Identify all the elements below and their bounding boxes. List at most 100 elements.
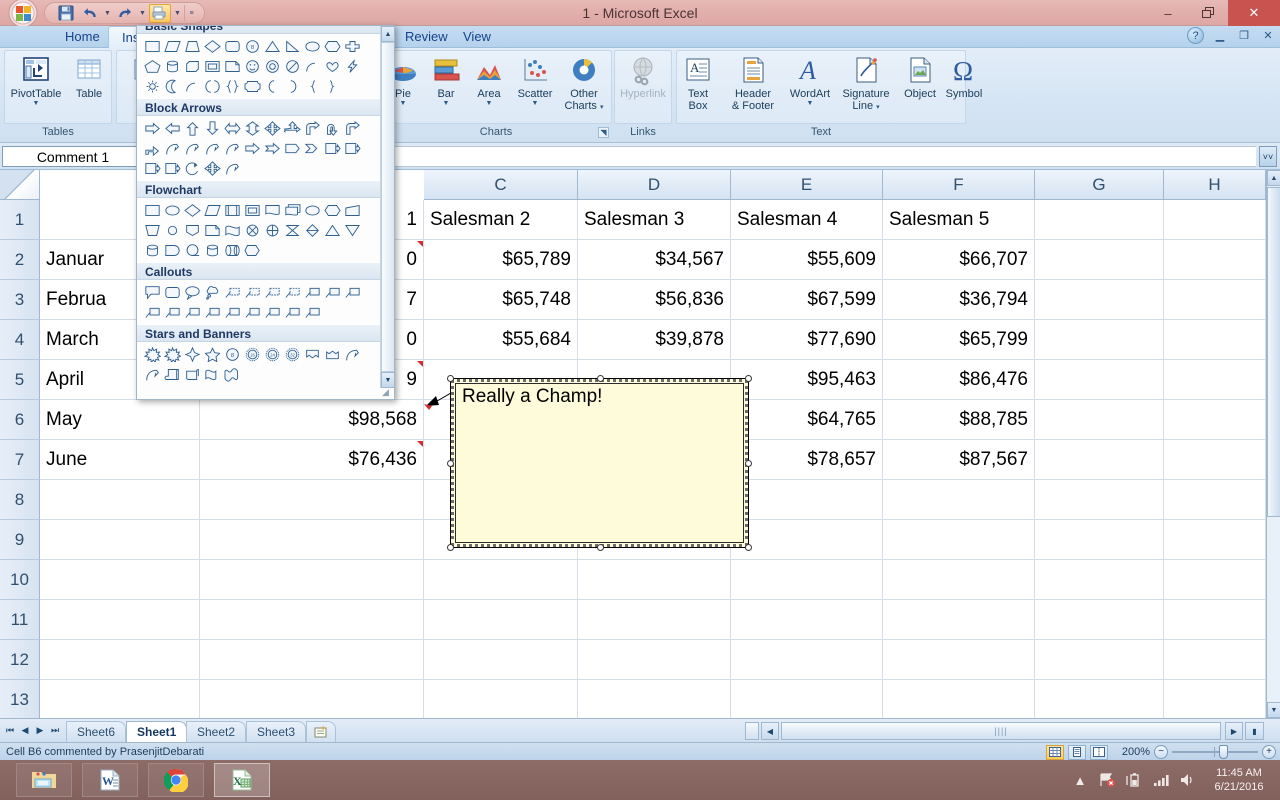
column-header-f[interactable]: F xyxy=(883,170,1035,200)
shape-explosion-2-icon[interactable] xyxy=(162,344,182,364)
shape-magnetic-disk-icon[interactable] xyxy=(202,240,222,260)
scroll-up-icon[interactable]: ▲ xyxy=(1267,170,1280,186)
signature-line-button[interactable]: Signature Line ▾ xyxy=(834,54,898,112)
cell-D10[interactable] xyxy=(578,560,731,600)
shape-hexagon-icon[interactable] xyxy=(322,36,342,56)
shape-predefined-process-icon[interactable] xyxy=(222,200,242,220)
shape-sun-icon[interactable] xyxy=(142,76,162,96)
cell-comment-box[interactable]: Really a Champ! xyxy=(447,375,752,551)
shape-curved-down-arrow-icon[interactable] xyxy=(222,138,242,158)
shape-line-callout-2-border-icon[interactable] xyxy=(322,282,342,302)
shape-smiley-face-icon[interactable] xyxy=(242,56,262,76)
cell-G4[interactable] xyxy=(1035,320,1164,360)
shape-quad-arrow-icon[interactable] xyxy=(262,118,282,138)
shape-data-icon[interactable] xyxy=(202,200,222,220)
shape-folded-corner-icon[interactable] xyxy=(222,56,242,76)
insert-worksheet-button[interactable] xyxy=(306,721,336,742)
cell-D12[interactable] xyxy=(578,640,731,680)
cell-F13[interactable] xyxy=(883,680,1035,718)
shape-left-arrow-icon[interactable] xyxy=(162,118,182,138)
row-header-7[interactable]: 7 xyxy=(0,440,40,480)
shapes-gallery-dropdown[interactable]: Basic Shapes 8 Block Arrows Flowchart Callou… xyxy=(136,25,395,400)
shape-heart-icon[interactable] xyxy=(322,56,342,76)
shape-explosion-1-icon[interactable] xyxy=(142,344,162,364)
volume-icon[interactable] xyxy=(1179,771,1197,789)
shape-parallelogram-icon[interactable] xyxy=(162,36,182,56)
shape-no-symbol-icon[interactable] xyxy=(282,56,302,76)
taskbar-microsoft-word[interactable]: W xyxy=(82,763,138,797)
shape-rectangular-callout-icon[interactable] xyxy=(142,282,162,302)
shape-alternate-process-icon[interactable] xyxy=(162,200,182,220)
row-header-8[interactable]: 8 xyxy=(0,480,40,520)
cell-H3[interactable] xyxy=(1164,280,1266,320)
shape-32-point-star-icon[interactable]: 32 xyxy=(282,344,302,364)
vertical-scrollbar[interactable]: ▲ ▼ xyxy=(1266,170,1280,718)
normal-view-icon[interactable] xyxy=(1046,744,1064,760)
shape-16-point-star-icon[interactable]: 16 xyxy=(242,344,262,364)
signature-dropdown-icon[interactable]: ▾ xyxy=(876,104,880,111)
minimize-button[interactable]: – xyxy=(1148,0,1188,26)
shape-curved-left-arrow-icon[interactable] xyxy=(182,138,202,158)
undo-dropdown-icon[interactable]: ▼ xyxy=(103,4,112,23)
row-header-5[interactable]: 5 xyxy=(0,360,40,400)
shapes-scroll-up-icon[interactable]: ▲ xyxy=(381,26,394,42)
pivottable-dropdown-icon[interactable]: ▼ xyxy=(33,100,40,108)
shape-right-brace-icon[interactable] xyxy=(322,76,342,96)
shape-quad-arrow-callout-icon[interactable] xyxy=(202,158,222,178)
show-hidden-icons-icon[interactable]: ▲ xyxy=(1071,771,1089,789)
shape-lightning-bolt-icon[interactable] xyxy=(342,56,362,76)
column-header-d[interactable]: D xyxy=(578,170,731,200)
zoom-out-button[interactable]: − xyxy=(1154,745,1168,759)
shape-octagon-8-icon[interactable]: 8 xyxy=(242,36,262,56)
shape-24-point-star-icon[interactable]: 24 xyxy=(262,344,282,364)
cell-F5[interactable]: $86,476 xyxy=(883,360,1035,400)
cell-E5[interactable]: $95,463 xyxy=(731,360,883,400)
shape-off-page-connector-icon[interactable] xyxy=(182,220,202,240)
shape-internal-storage-icon[interactable] xyxy=(242,200,262,220)
nav-next-sheet-icon[interactable]: ▶ xyxy=(33,722,47,739)
cell-H11[interactable] xyxy=(1164,600,1266,640)
page-break-preview-icon[interactable] xyxy=(1090,744,1108,760)
cell-G2[interactable] xyxy=(1035,240,1164,280)
shape-preparation-icon[interactable] xyxy=(322,200,342,220)
shape-sort-icon[interactable] xyxy=(302,220,322,240)
cell-H13[interactable] xyxy=(1164,680,1266,718)
cell-C1[interactable]: Salesman 2 xyxy=(424,200,578,240)
shape-right-arrow-icon[interactable] xyxy=(142,118,162,138)
shape-document-icon[interactable] xyxy=(262,200,282,220)
cell-E8[interactable] xyxy=(731,480,883,520)
shape-vertical-scroll-icon[interactable] xyxy=(162,364,182,384)
shape-notched-right-arrow-icon[interactable] xyxy=(262,138,282,158)
cell-E9[interactable] xyxy=(731,520,883,560)
text-box-button[interactable]: A Text Box xyxy=(673,54,723,112)
shape-card-icon[interactable] xyxy=(202,220,222,240)
shape-summing-junction-icon[interactable] xyxy=(242,220,262,240)
shape-direct-access-storage-icon[interactable] xyxy=(222,240,242,260)
scatter-dropdown-icon[interactable]: ▼ xyxy=(532,100,539,108)
shape-or-icon[interactable] xyxy=(262,220,282,240)
close-button[interactable]: ✕ xyxy=(1228,0,1280,26)
cell-H1[interactable] xyxy=(1164,200,1266,240)
column-header-c[interactable]: C xyxy=(424,170,578,200)
nav-first-sheet-icon[interactable]: ⏮ xyxy=(3,722,17,739)
cell-H10[interactable] xyxy=(1164,560,1266,600)
cell-B13[interactable] xyxy=(200,680,424,718)
shape-right-arrow-callout-icon[interactable] xyxy=(322,138,342,158)
zoom-slider[interactable] xyxy=(1172,745,1258,759)
cell-E6[interactable]: $64,765 xyxy=(731,400,883,440)
shape-left-brace-icon[interactable] xyxy=(302,76,322,96)
shape-bent-up-arrow-icon[interactable] xyxy=(142,138,162,158)
other-charts-button[interactable]: Other Charts ▾ xyxy=(556,54,612,112)
shape-u-turn-arrow-icon[interactable] xyxy=(322,118,342,138)
shape-multidocument-icon[interactable] xyxy=(282,200,302,220)
shapes-gallery-scrollbar[interactable]: ▲ ▼ xyxy=(380,26,394,388)
shape-cloud-callout-icon[interactable] xyxy=(202,282,222,302)
shape-8-point-star-icon[interactable]: 8 xyxy=(222,344,242,364)
cell-E3[interactable]: $67,599 xyxy=(731,280,883,320)
cell-G5[interactable] xyxy=(1035,360,1164,400)
nav-last-sheet-icon[interactable]: ⏭ xyxy=(48,722,62,739)
row-header-10[interactable]: 10 xyxy=(0,560,40,600)
shape-collate-icon[interactable] xyxy=(282,220,302,240)
close-ribbon-icon[interactable]: ✕ xyxy=(1260,28,1276,44)
shape-arc-icon[interactable] xyxy=(302,56,322,76)
